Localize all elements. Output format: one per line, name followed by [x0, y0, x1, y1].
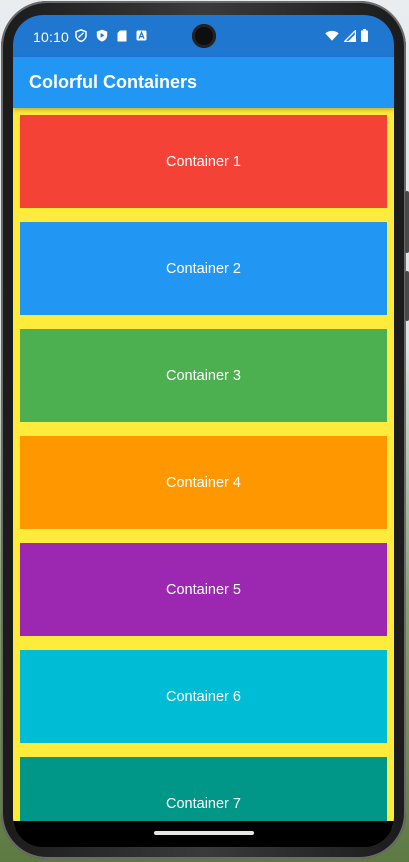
container-label: Container 5	[166, 581, 241, 598]
home-indicator[interactable]	[154, 831, 254, 835]
color-container-3: Container 3	[20, 329, 387, 422]
color-container-5: Container 5	[20, 543, 387, 636]
container-label: Container 2	[166, 260, 241, 277]
color-container-6: Container 6	[20, 650, 387, 743]
gesture-nav-bar	[13, 821, 394, 847]
font-a-icon	[136, 30, 147, 41]
status-time: 10:10	[33, 29, 70, 45]
signal-icon	[344, 29, 356, 42]
container-list: Container 1 Container 2 Container 3 Contain…	[13, 108, 394, 829]
color-container-7: Container 7	[20, 757, 387, 829]
container-list-view[interactable]: Container 1 Container 2 Container 3 Contain…	[13, 108, 394, 829]
container-label: Container 1	[166, 153, 241, 170]
phone-frame: 10:10 Colorful Containers Container 1 Co…	[1, 1, 409, 859]
color-container-4: Container 4	[20, 436, 387, 529]
front-camera	[192, 24, 216, 48]
battery-icon	[361, 29, 368, 42]
app-bar: Colorful Containers	[13, 57, 394, 108]
play-protect-icon	[96, 29, 108, 42]
container-label: Container 4	[166, 474, 241, 491]
container-label: Container 3	[166, 367, 241, 384]
container-label: Container 7	[166, 795, 241, 812]
status-icons-left	[75, 29, 147, 42]
wifi-icon	[325, 30, 339, 41]
color-container-2: Container 2	[20, 222, 387, 315]
app-title: Colorful Containers	[29, 72, 198, 92]
color-container-1: Container 1	[20, 115, 387, 208]
volume-button	[405, 271, 409, 321]
container-label: Container 6	[166, 688, 241, 705]
status-icons-right	[325, 29, 368, 42]
phone-screen: 10:10 Colorful Containers Container 1 Co…	[13, 15, 394, 847]
sim-card-icon	[117, 30, 127, 42]
status-bar: 10:10	[13, 15, 394, 57]
power-button	[405, 191, 409, 253]
location-shield-icon	[75, 29, 87, 42]
